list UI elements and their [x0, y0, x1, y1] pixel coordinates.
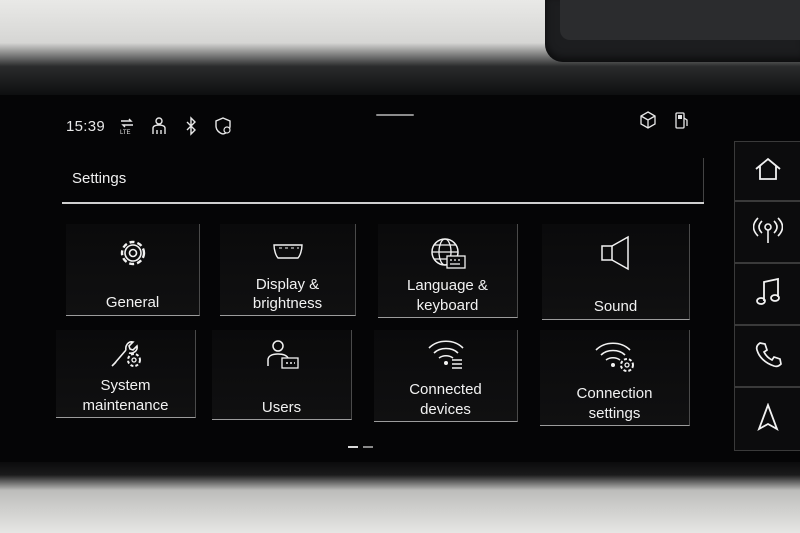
tile-system-maintenance[interactable]: System maintenance — [56, 330, 196, 418]
page-indicator-active[interactable] — [348, 446, 358, 448]
dashboard-trim-bottom — [0, 462, 800, 533]
bluetooth-icon — [181, 116, 201, 136]
tile-label-line1: Display & — [255, 276, 320, 293]
tile-general[interactable]: General — [66, 224, 200, 316]
globe-keyboard-icon — [429, 236, 467, 275]
header: Settings — [62, 158, 704, 204]
tile-users[interactable]: Users — [212, 330, 352, 420]
divider — [703, 158, 704, 202]
svg-text:LTE: LTE — [120, 130, 131, 136]
home-icon — [753, 156, 783, 187]
gear-icon — [116, 236, 150, 275]
fuel-icon — [672, 110, 692, 130]
wifi-devices-icon — [426, 336, 466, 375]
tile-label-line2: brightness — [252, 295, 323, 312]
clock: 15:39 — [66, 117, 106, 135]
navigation-button[interactable] — [734, 387, 800, 451]
page-title: Settings — [72, 170, 127, 187]
lte-data-icon: LTE — [117, 116, 137, 136]
tile-display-brightness[interactable]: Display & brightness — [220, 224, 356, 316]
tile-connection-settings[interactable]: Connection settings — [540, 330, 690, 426]
tile-label-line1: Connected — [409, 381, 482, 398]
radio-button[interactable] — [734, 201, 800, 263]
tile-label-line1: Connection — [576, 385, 653, 402]
phone-icon — [754, 340, 782, 373]
tile-label: Users — [261, 399, 302, 416]
tile-label: Sound — [593, 298, 638, 315]
user-icon — [264, 338, 300, 377]
tile-label-line2: settings — [588, 405, 641, 422]
phone-button[interactable] — [734, 325, 800, 387]
person-icon — [149, 116, 169, 136]
tile-label-line1: System — [100, 377, 151, 394]
wifi-gear-icon — [593, 338, 637, 379]
wrench-gear-icon — [108, 336, 144, 375]
page-indicator[interactable] — [363, 446, 373, 448]
home-button[interactable] — [734, 141, 800, 201]
display-icon — [271, 240, 305, 269]
navigation-icon — [756, 401, 780, 436]
tile-label-line2: maintenance — [82, 397, 169, 414]
tile-label: General — [105, 294, 160, 311]
status-bar-right — [638, 110, 692, 130]
tile-sound[interactable]: Sound — [542, 224, 690, 320]
air-vent-slat — [560, 0, 800, 40]
media-button[interactable] — [734, 263, 800, 325]
radio-icon — [752, 215, 783, 250]
music-icon — [755, 277, 781, 312]
speaker-icon — [598, 234, 634, 277]
tile-label-line1: Language & — [407, 277, 488, 294]
status-bar: 15:39 LTE — [66, 115, 233, 137]
tile-language-keyboard[interactable]: Language & keyboard — [378, 224, 518, 318]
package-icon — [638, 110, 658, 130]
tile-label-line2: keyboard — [416, 297, 479, 314]
location-shield-icon — [213, 116, 233, 136]
tile-connected-devices[interactable]: Connected devices — [374, 330, 518, 422]
tile-label-line2: devices — [420, 401, 471, 418]
pull-down-handle[interactable] — [376, 114, 414, 116]
